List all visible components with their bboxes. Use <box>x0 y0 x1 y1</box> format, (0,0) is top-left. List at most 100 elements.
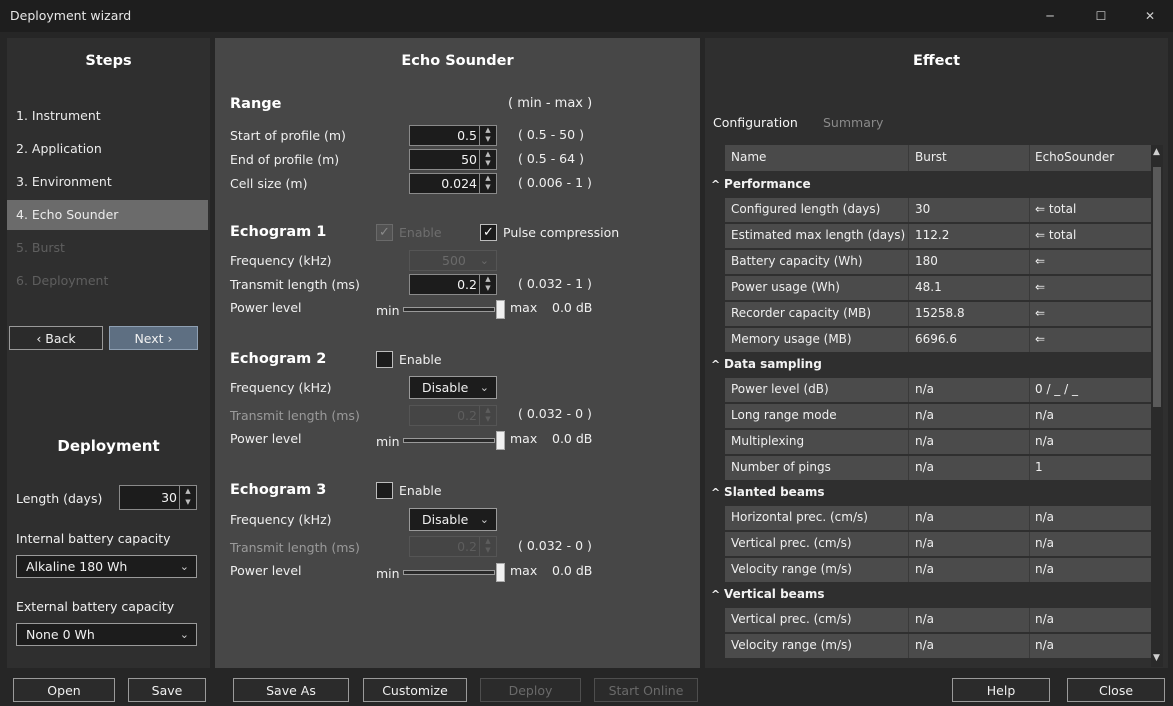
step-instrument[interactable]: 1. Instrument <box>7 101 208 131</box>
internal-battery-select[interactable]: Alkaline 180 Wh ⌄ <box>16 555 197 578</box>
echogram2-power-slider[interactable] <box>403 431 505 450</box>
minimize-icon[interactable]: ─ <box>1027 0 1073 32</box>
table-scrollbar[interactable]: ▲ ▼ <box>1151 145 1163 667</box>
scroll-up-icon[interactable]: ▲ <box>1153 147 1160 157</box>
table-row[interactable]: Power usage (Wh) 48.1 ⇐ <box>725 276 1151 300</box>
range-title: Range <box>230 96 282 112</box>
scrollbar-thumb[interactable] <box>1153 167 1161 407</box>
start-profile-stepper[interactable]: 0.5 ▲ ▼ <box>409 125 497 146</box>
table-row[interactable]: Memory usage (MB) 6696.6 ⇐ <box>725 328 1151 352</box>
column-burst[interactable]: Burst <box>915 150 947 164</box>
help-button[interactable]: Help <box>952 678 1050 702</box>
slider-thumb[interactable] <box>496 563 505 582</box>
table-row[interactable]: Long range mode n/a n/a <box>725 404 1151 428</box>
echogram3-power-slider[interactable] <box>403 563 505 582</box>
spin-arrows-icon[interactable]: ▲ ▼ <box>479 126 496 145</box>
spin-arrows-icon: ▲ ▼ <box>479 406 496 425</box>
table-row[interactable]: Power level (dB) n/a 0 / _ / _ <box>725 378 1151 402</box>
deploy-button: Deploy <box>480 678 581 702</box>
customize-button[interactable]: Customize <box>363 678 467 702</box>
maximize-icon[interactable]: ☐ <box>1078 0 1124 32</box>
table-row[interactable]: Number of pings n/a 1 <box>725 456 1151 480</box>
echogram3-power-label: Power level <box>230 563 302 578</box>
echogram2-frequency-select[interactable]: Disable ⌄ <box>409 376 497 399</box>
echogram3-transmit-range: ( 0.032 - 0 ) <box>518 538 592 553</box>
chevron-up-icon[interactable]: ^ <box>711 486 724 499</box>
pulse-compression-checkbox[interactable]: ✓ <box>480 224 497 241</box>
cell-echosounder: n/a <box>1035 408 1055 422</box>
scroll-down-icon[interactable]: ▼ <box>1153 653 1160 663</box>
length-value: 30 <box>161 490 177 505</box>
chevron-up-icon[interactable]: ^ <box>711 588 724 601</box>
echogram3-frequency-label: Frequency (kHz) <box>230 512 332 527</box>
table-row[interactable]: Multiplexing n/a n/a <box>725 430 1151 454</box>
spin-arrows-icon[interactable]: ▲ ▼ <box>479 275 496 294</box>
echogram3-power-min: min <box>376 566 400 581</box>
tab-configuration[interactable]: Configuration <box>713 115 798 130</box>
table-row[interactable]: Horizontal prec. (cm/s) n/a n/a <box>725 506 1151 530</box>
back-button[interactable]: ‹ Back <box>9 326 103 350</box>
table-row[interactable]: Estimated max length (days) 112.2 ⇐ total <box>725 224 1151 248</box>
table-row[interactable]: Recorder capacity (MB) 15258.8 ⇐ <box>725 302 1151 326</box>
cell-size-stepper[interactable]: 0.024 ▲ ▼ <box>409 173 497 194</box>
external-battery-select[interactable]: None 0 Wh ⌄ <box>16 623 197 646</box>
pulse-compression-label: Pulse compression <box>503 225 620 240</box>
chevron-up-icon[interactable]: ^ <box>711 178 724 191</box>
column-name[interactable]: Name <box>731 150 766 164</box>
column-echosounder[interactable]: EchoSounder <box>1035 150 1114 164</box>
slider-thumb[interactable] <box>496 300 505 319</box>
slider-thumb[interactable] <box>496 431 505 450</box>
echogram3-frequency-select[interactable]: Disable ⌄ <box>409 508 497 531</box>
effect-panel: Effect Configuration Summary Name Burst … <box>705 38 1168 668</box>
cell-echosounder: ⇐ total <box>1035 202 1077 216</box>
spin-arrows-icon[interactable]: ▲ ▼ <box>179 486 196 509</box>
echogram3-power-max: max <box>510 563 538 578</box>
close-button[interactable]: Close <box>1067 678 1165 702</box>
echogram1-power-max: max <box>510 300 538 315</box>
spin-arrows-icon[interactable]: ▲ ▼ <box>479 174 496 193</box>
cell-burst: n/a <box>915 562 935 576</box>
table-row[interactable]: Configured length (days) 30 ⇐ total <box>725 198 1151 222</box>
echogram1-power-slider[interactable] <box>403 300 505 319</box>
end-profile-stepper[interactable]: 50 ▲ ▼ <box>409 149 497 170</box>
step-environment[interactable]: 3. Environment <box>7 167 208 197</box>
step-application[interactable]: 2. Application <box>7 134 208 164</box>
save-button[interactable]: Save <box>128 678 206 702</box>
close-icon[interactable]: ✕ <box>1127 0 1173 32</box>
echogram1-frequency-label: Frequency (kHz) <box>230 253 332 268</box>
length-stepper[interactable]: 30 ▲ ▼ <box>119 485 197 510</box>
start-profile-label: Start of profile (m) <box>230 128 346 143</box>
chevron-down-icon: ⌄ <box>179 560 189 573</box>
spin-arrows-icon[interactable]: ▲ ▼ <box>479 150 496 169</box>
echogram3-transmit-value: 0.2 <box>457 539 477 554</box>
group-header[interactable]: ^ Performance <box>711 177 811 191</box>
chevron-up-icon[interactable]: ^ <box>711 358 724 371</box>
tab-summary[interactable]: Summary <box>823 115 883 130</box>
external-battery-value: None 0 Wh <box>26 627 95 642</box>
cell-echosounder: n/a <box>1035 510 1055 524</box>
group-header[interactable]: ^ Data sampling <box>711 357 822 371</box>
group-header[interactable]: ^ Vertical beams <box>711 587 825 601</box>
table-row[interactable]: Vertical prec. (cm/s) n/a n/a <box>725 532 1151 556</box>
save-as-button[interactable]: Save As <box>233 678 349 702</box>
step-echo-sounder[interactable]: 4. Echo Sounder <box>7 200 208 230</box>
group-header[interactable]: ^ Slanted beams <box>711 485 825 499</box>
table-row[interactable]: Velocity range (m/s) n/a n/a <box>725 634 1151 658</box>
echogram1-transmit-stepper[interactable]: 0.2 ▲ ▼ <box>409 274 497 295</box>
echogram2-enable-checkbox[interactable] <box>376 351 393 368</box>
open-button[interactable]: Open <box>13 678 115 702</box>
cell-echosounder: n/a <box>1035 562 1055 576</box>
table-row[interactable]: Battery capacity (Wh) 180 ⇐ <box>725 250 1151 274</box>
title-bar: Deployment wizard ─ ☐ ✕ <box>0 0 1173 32</box>
internal-battery-label: Internal battery capacity <box>16 531 171 546</box>
chevron-down-icon: ⌄ <box>179 628 189 641</box>
cell-name: Velocity range (m/s) <box>731 638 852 652</box>
echogram3-enable-checkbox[interactable] <box>376 482 393 499</box>
window-title: Deployment wizard <box>10 8 132 23</box>
cell-name: Horizontal prec. (cm/s) <box>731 510 868 524</box>
echogram2-transmit-value: 0.2 <box>457 408 477 423</box>
deployment-header: Deployment <box>57 437 160 455</box>
table-row[interactable]: Velocity range (m/s) n/a n/a <box>725 558 1151 582</box>
next-button[interactable]: Next › <box>109 326 198 350</box>
table-row[interactable]: Vertical prec. (cm/s) n/a n/a <box>725 608 1151 632</box>
